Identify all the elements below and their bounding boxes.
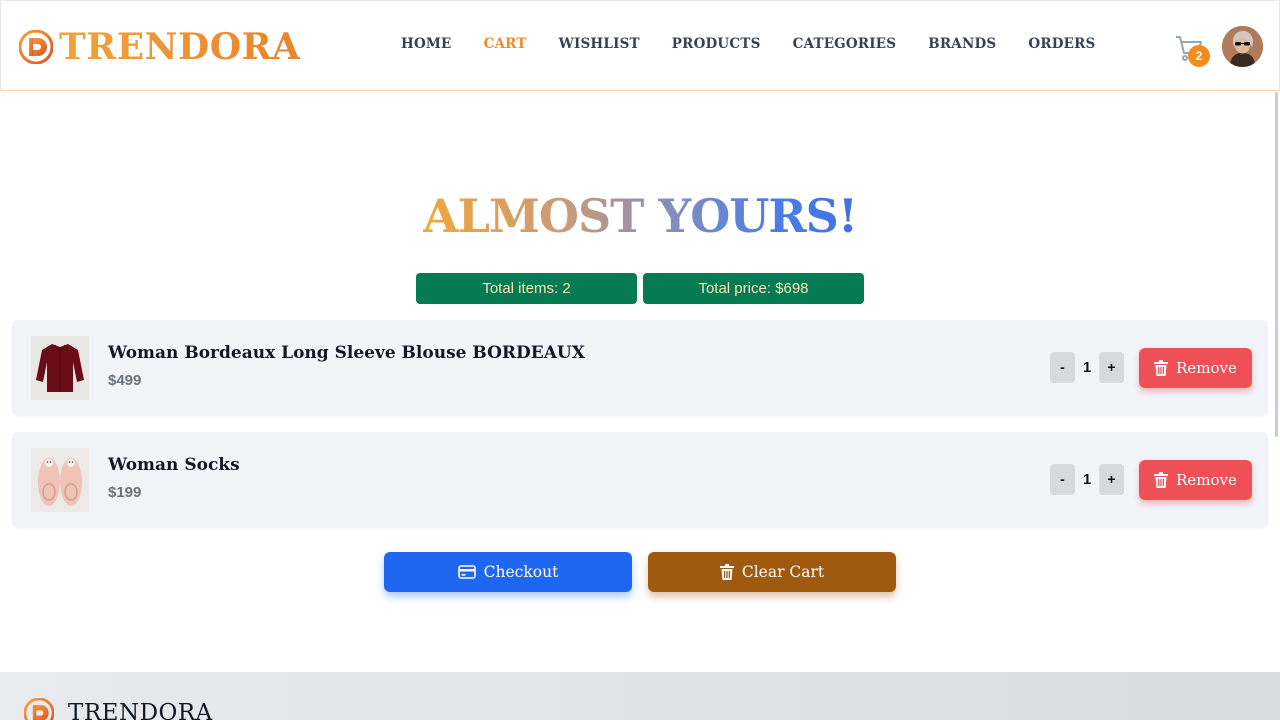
site-header: TRENDORA HOME CART WISHLIST PRODUCTS CAT… (0, 0, 1280, 91)
clear-cart-button[interactable]: Clear Cart (648, 552, 896, 592)
product-thumbnail[interactable] (31, 336, 89, 400)
blouse-image (31, 336, 89, 400)
nav-brands[interactable]: BRANDS (928, 36, 996, 52)
nav-orders[interactable]: ORDERS (1028, 36, 1095, 52)
checkout-button[interactable]: Checkout (384, 552, 632, 592)
cart-summary: Total items: 2 Total price: $698 (416, 273, 864, 304)
quantity-stepper: - 1 + (1050, 464, 1124, 495)
decrease-quantity-button[interactable]: - (1050, 464, 1075, 495)
total-price-badge: Total price: $698 (643, 273, 864, 304)
quantity-value: 1 (1082, 471, 1092, 488)
brand-logo[interactable]: TRENDORA (19, 27, 300, 67)
credit-card-icon (457, 565, 476, 579)
page-scrollbar[interactable] (1275, 92, 1278, 437)
cart-count-badge: 2 (1188, 45, 1210, 67)
trash-icon (1154, 360, 1169, 376)
nav-wishlist[interactable]: WISHLIST (559, 36, 640, 52)
socks-image (31, 448, 89, 512)
quantity-value: 1 (1082, 359, 1092, 376)
remove-label: Remove (1176, 359, 1237, 377)
page-title: ALMOST YOURS! (422, 189, 858, 243)
quantity-stepper: - 1 + (1050, 352, 1124, 383)
increase-quantity-button[interactable]: + (1099, 352, 1124, 383)
cart-item: Woman Socks $199 - 1 + Remove (12, 432, 1268, 528)
avatar-icon (1222, 26, 1263, 67)
brand-name: TRENDORA (59, 26, 301, 68)
product-price: $499 (108, 372, 142, 389)
decrease-quantity-button[interactable]: - (1050, 352, 1075, 383)
footer-brand-name: TRENDORA (68, 700, 213, 720)
product-price: $199 (108, 484, 142, 501)
nav-products[interactable]: PRODUCTS (672, 36, 761, 52)
clear-cart-label: Clear Cart (741, 563, 825, 581)
logo-icon (19, 30, 53, 64)
nav-categories[interactable]: CATEGORIES (793, 36, 897, 52)
footer-logo[interactable]: TRENDORA (24, 698, 213, 720)
nav-cart[interactable]: CART (484, 36, 527, 52)
main-nav: HOME CART WISHLIST PRODUCTS CATEGORIES B… (401, 36, 1096, 52)
checkout-label: Checkout (483, 563, 559, 581)
product-name[interactable]: Woman Socks (108, 455, 240, 475)
trash-icon (719, 564, 734, 580)
total-items-badge: Total items: 2 (416, 273, 637, 304)
trash-icon (1154, 472, 1169, 488)
nav-home[interactable]: HOME (401, 36, 452, 52)
logo-icon (24, 698, 54, 720)
header-cart-button[interactable]: 2 (1173, 32, 1210, 67)
product-thumbnail[interactable] (31, 448, 89, 512)
increase-quantity-button[interactable]: + (1099, 464, 1124, 495)
cart-item: Woman Bordeaux Long Sleeve Blouse BORDEA… (12, 320, 1268, 416)
product-name[interactable]: Woman Bordeaux Long Sleeve Blouse BORDEA… (108, 343, 585, 363)
user-avatar[interactable] (1222, 26, 1263, 67)
remove-label: Remove (1176, 471, 1237, 489)
remove-item-button[interactable]: Remove (1139, 348, 1252, 388)
remove-item-button[interactable]: Remove (1139, 460, 1252, 500)
site-footer: TRENDORA (0, 672, 1280, 720)
